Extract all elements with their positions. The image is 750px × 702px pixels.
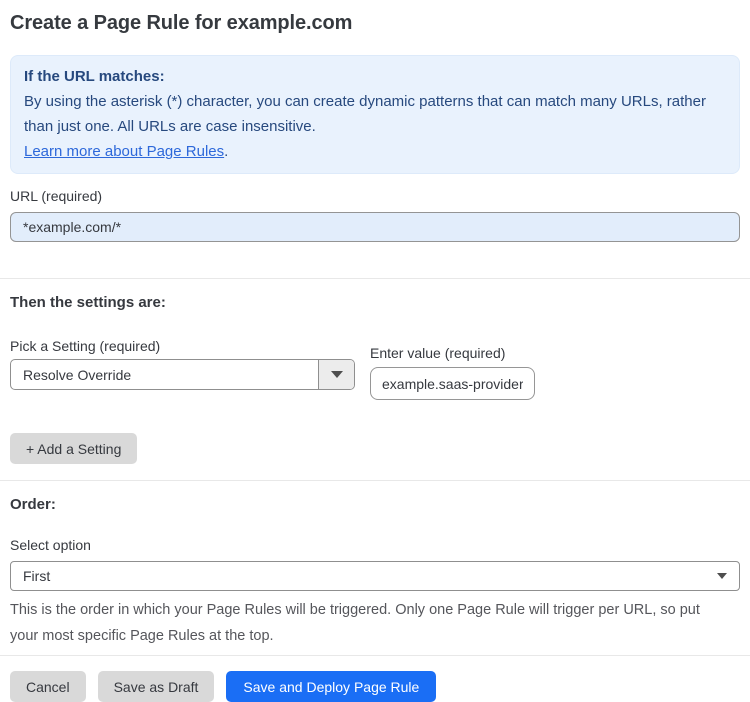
order-select[interactable]: First <box>10 561 740 591</box>
setting-select[interactable]: Resolve Override <box>10 359 355 390</box>
setting-value-label: Enter value (required) <box>370 345 506 361</box>
url-input[interactable] <box>10 212 740 242</box>
footer-actions: Cancel Save as Draft Save and Deploy Pag… <box>10 671 740 702</box>
section-divider <box>0 278 750 279</box>
section-divider <box>0 480 750 481</box>
save-and-deploy-button[interactable]: Save and Deploy Page Rule <box>226 671 437 702</box>
page-title: Create a Page Rule for example.com <box>10 12 353 34</box>
info-box-heading: If the URL matches: <box>24 68 165 85</box>
setting-select-column: Pick a Setting (required) Resolve Overri… <box>10 338 355 390</box>
add-setting-button[interactable]: + Add a Setting <box>10 433 138 464</box>
learn-more-page-rules-link[interactable]: Learn more about Page Rules <box>24 143 224 160</box>
link-suffix: . <box>224 143 229 160</box>
order-select-label: Select option <box>10 537 91 553</box>
url-match-info-box: If the URL matches: By using the asteris… <box>10 55 740 174</box>
setting-row: Pick a Setting (required) Resolve Overri… <box>10 338 740 400</box>
order-section-heading: Order: <box>10 496 56 513</box>
save-as-draft-button[interactable]: Save as Draft <box>97 671 215 702</box>
footer-divider <box>0 655 750 656</box>
order-select-value: First <box>23 568 51 584</box>
url-field-label: URL (required) <box>10 188 103 204</box>
setting-select-value: Resolve Override <box>23 366 132 383</box>
setting-select-arrow-button[interactable] <box>318 360 354 389</box>
order-help-text: This is the order in which your Page Rul… <box>10 602 700 644</box>
settings-section-heading: Then the settings are: <box>10 294 166 311</box>
setting-value-input[interactable] <box>370 367 535 400</box>
caret-down-icon <box>717 573 727 579</box>
setting-value-column: Enter value (required) <box>370 345 535 400</box>
cancel-button[interactable]: Cancel <box>10 671 86 702</box>
info-box-body: By using the asterisk (*) character, you… <box>24 93 706 135</box>
setting-select-label: Pick a Setting (required) <box>10 338 161 354</box>
page-rule-form: Create a Page Rule for example.com If th… <box>0 0 750 702</box>
caret-down-icon <box>330 371 343 378</box>
